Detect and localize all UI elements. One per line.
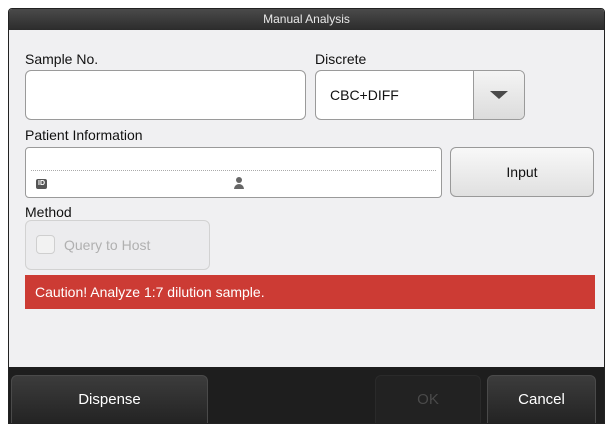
dispense-button[interactable]: Dispense xyxy=(11,375,208,423)
dialog-footer: Dispense OK Cancel xyxy=(9,367,604,423)
manual-analysis-dialog: Manual Analysis Sample No. Discrete CBC+… xyxy=(8,8,605,424)
query-to-host-checkbox[interactable]: Query to Host xyxy=(25,220,210,270)
dialog-title: Manual Analysis xyxy=(9,9,604,30)
caution-banner: Caution! Analyze 1:7 dilution sample. xyxy=(25,275,595,309)
sample-no-input[interactable] xyxy=(25,70,306,120)
discrete-select[interactable]: CBC+DIFF xyxy=(315,70,525,120)
cancel-button[interactable]: Cancel xyxy=(487,375,596,423)
sample-no-label: Sample No. xyxy=(25,51,99,67)
discrete-dropdown-button[interactable] xyxy=(473,71,524,119)
patient-info-field[interactable]: ID xyxy=(25,147,442,198)
query-to-host-label: Query to Host xyxy=(64,237,151,253)
method-label: Method xyxy=(25,204,72,220)
patient-info-divider xyxy=(31,170,436,171)
patient-info-label: Patient Information xyxy=(25,127,143,143)
patient-input-button[interactable]: Input xyxy=(450,147,594,197)
discrete-selected-value: CBC+DIFF xyxy=(330,87,399,103)
checkbox-icon[interactable] xyxy=(36,235,55,254)
discrete-label: Discrete xyxy=(315,51,367,67)
ok-button[interactable]: OK xyxy=(375,375,481,423)
person-icon xyxy=(233,177,245,190)
chevron-down-icon xyxy=(490,91,508,99)
id-card-icon: ID xyxy=(36,179,47,189)
